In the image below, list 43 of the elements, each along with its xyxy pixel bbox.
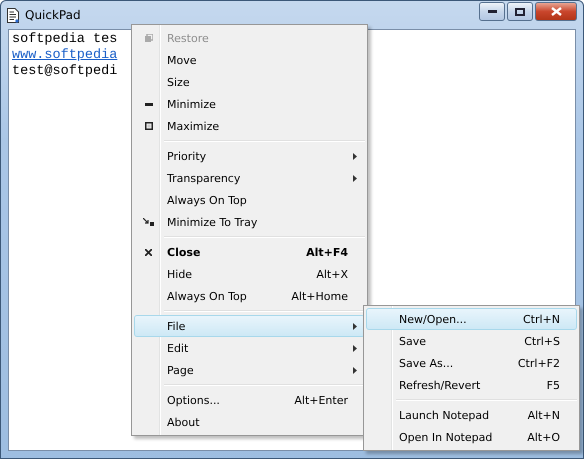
- close-button[interactable]: [535, 2, 577, 21]
- minimize-button[interactable]: [479, 2, 505, 21]
- minimize-icon: [488, 10, 496, 13]
- menu-item[interactable]: Launch Notepad Alt+N: [366, 404, 577, 426]
- restore-icon: [144, 34, 152, 42]
- menu-item[interactable]: Save Ctrl+S: [366, 330, 577, 352]
- menu-item[interactable]: Transparency: [134, 167, 365, 189]
- menu-item[interactable]: New/Open... Ctrl+N: [366, 308, 577, 330]
- menu-item[interactable]: Page: [134, 359, 365, 381]
- text-line: softpedia tes: [12, 32, 118, 48]
- menu-item[interactable]: Minimize To Tray: [134, 211, 365, 233]
- submenu-arrow-icon: [353, 152, 357, 160]
- menu-item[interactable]: Minimize: [134, 93, 365, 115]
- minimize-icon: [144, 102, 152, 106]
- window-title: QuickPad: [25, 8, 81, 22]
- menu-item[interactable]: Size: [134, 71, 365, 93]
- document-icon: [7, 8, 19, 22]
- maximize-icon: [144, 122, 152, 130]
- maximize-icon: [515, 8, 525, 16]
- menu-item[interactable]: About: [134, 411, 365, 433]
- submenu-arrow-icon: [353, 174, 357, 182]
- menu-item[interactable]: Save As... Ctrl+F2: [366, 352, 577, 374]
- close-icon: [145, 248, 152, 256]
- maximize-button[interactable]: [507, 2, 533, 21]
- menu-item[interactable]: Always On Top: [134, 189, 365, 211]
- menu-item[interactable]: Hide Alt+X: [134, 263, 365, 285]
- link[interactable]: www.softpedia: [12, 48, 118, 64]
- submenu-arrow-icon: [353, 344, 357, 352]
- menu-item[interactable]: Open In Notepad Alt+O: [366, 426, 577, 448]
- text-line: test@softpedi: [12, 64, 118, 80]
- submenu-arrow-icon: [353, 366, 357, 374]
- tray-arrow-icon: [143, 218, 154, 226]
- menu-item[interactable]: Maximize: [134, 115, 365, 137]
- menu-item[interactable]: Close Alt+F4: [134, 241, 365, 263]
- menu-item[interactable]: File: [134, 315, 365, 337]
- menu-item[interactable]: Refresh/Revert F5: [366, 374, 577, 396]
- submenu-arrow-icon: [353, 322, 357, 330]
- menu-item[interactable]: Edit: [134, 337, 365, 359]
- menu-item[interactable]: Move: [134, 49, 365, 71]
- menu-item[interactable]: Always On Top Alt+Home: [134, 285, 365, 307]
- menu-item[interactable]: Options... Alt+Enter: [134, 389, 365, 411]
- menu-item[interactable]: Priority: [134, 145, 365, 167]
- close-icon: [550, 7, 562, 16]
